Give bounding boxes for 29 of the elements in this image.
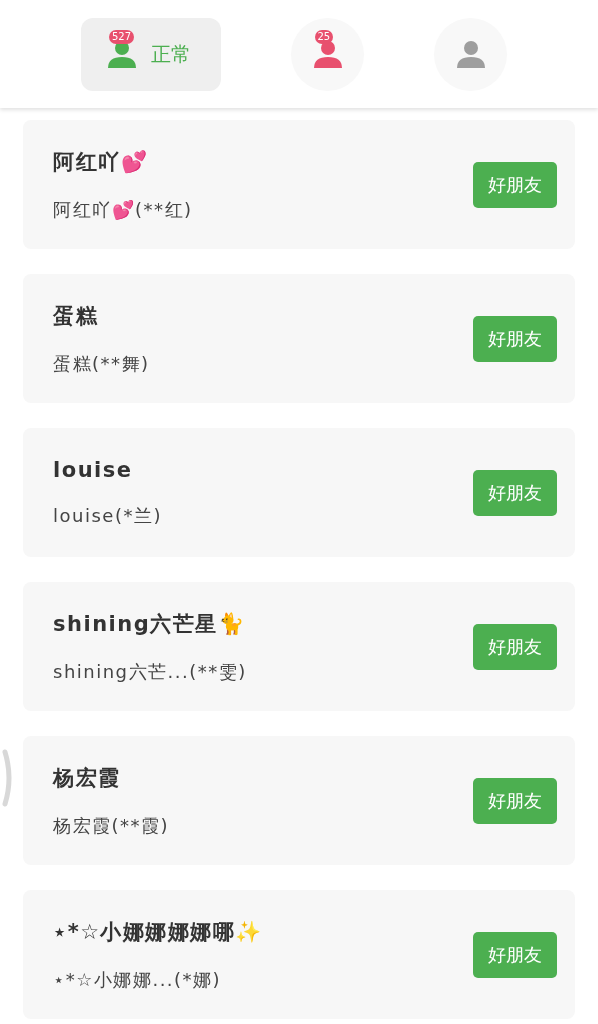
tab[interactable]: 25 [291,17,364,91]
friend-button[interactable]: 好朋友 [473,931,557,978]
friend-detail: louise(*兰) [53,503,163,528]
count-badge: 527 [109,30,135,44]
friend-name: 蛋糕 [53,302,99,330]
friend-detail: 蛋糕(**舞) [53,351,151,376]
side-handle[interactable] [2,748,14,808]
friend-detail: shining六芒...(**雯) [53,659,248,684]
friend-card[interactable]: 杨宏霞 杨宏霞(**霞) 好朋友 [23,736,575,865]
friend-button[interactable]: 好朋友 [473,161,557,208]
friend-detail: 阿红吖💕(**红) [53,197,194,222]
friend-detail: 杨宏霞(**霞) [53,813,171,838]
friend-button[interactable]: 好朋友 [473,623,557,670]
friend-button[interactable]: 好朋友 [473,315,557,362]
friend-name: 阿红吖💕 [53,148,149,176]
friend-name: louise [53,457,134,482]
friend-detail: ⋆*☆小娜娜...(*娜) [53,967,223,992]
count-badge: 25 [314,30,334,44]
friend-card[interactable]: louise louise(*兰) 好朋友 [23,428,575,557]
friend-name: shining六芒星🐈 [53,610,247,638]
friend-name: ⋆*☆小娜娜娜娜哪✨ [53,918,264,946]
friend-name: 杨宏霞 [53,764,122,792]
friend-card[interactable]: ⋆*☆小娜娜娜娜哪✨ ⋆*☆小娜娜...(*娜) 好朋友 [23,890,575,1019]
friend-button[interactable]: 好朋友 [473,777,557,824]
friend-card[interactable]: 阿红吖💕 阿红吖💕(**红) 好朋友 [23,120,575,249]
tab[interactable]: 527 正常 [81,17,221,91]
friend-button[interactable]: 好朋友 [473,469,557,516]
friend-card[interactable]: shining六芒星🐈 shining六芒...(**雯) 好朋友 [23,582,575,711]
friend-card[interactable]: 蛋糕 蛋糕(**舞) 好朋友 [23,274,575,403]
